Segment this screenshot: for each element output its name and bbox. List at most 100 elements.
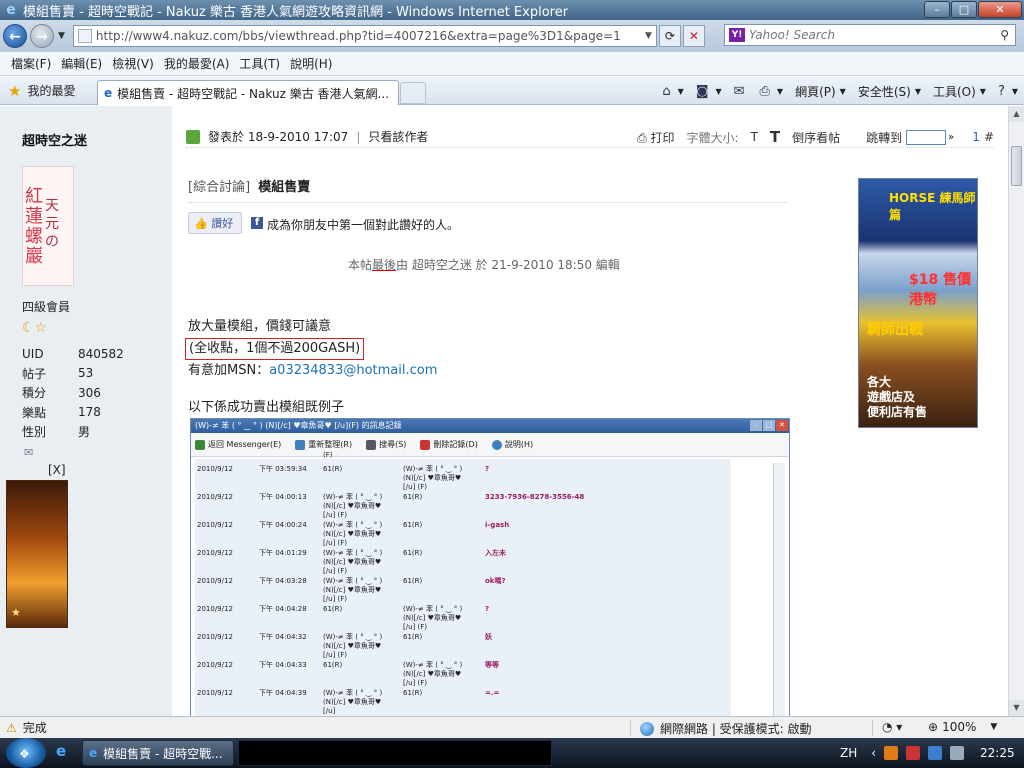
- chat-log-from: 61(R): [323, 465, 343, 473]
- post-tools: ⎙ 打印 字體大小: T T 倒序看帖 跳轉到 » 1 #: [625, 128, 994, 146]
- window-controls: – □ ✕: [923, 1, 1022, 18]
- taskbar-window-ie[interactable]: e 模組售賣 - 超時空戰...: [82, 740, 234, 766]
- edit-note: 本帖最後由 超時空之迷 於 21-9-2010 18:50 編輯: [348, 258, 620, 272]
- status-text: 完成: [22, 721, 47, 735]
- chat-log-time: 下午 04:04:32: [259, 633, 307, 641]
- page-scrollbar[interactable]: ▲ ▼: [1008, 106, 1024, 716]
- online-status-icon: [186, 129, 200, 144]
- chat-log-time: 下午 04:01:29: [259, 549, 307, 557]
- taskbar-window-black[interactable]: [238, 740, 552, 766]
- chat-log-to: 61(R): [403, 521, 423, 529]
- taskbar-item-ie-icon: e: [89, 746, 98, 760]
- tray-expand-icon[interactable]: ‹: [871, 746, 876, 760]
- avatar-text-1: 紅蓮螺巖: [25, 186, 43, 267]
- jump-go-icon[interactable]: »: [948, 132, 954, 143]
- print-button-toolbar[interactable]: ⎙ ▼: [760, 84, 784, 99]
- safety-menu-button[interactable]: 安全性(S) ▼: [858, 83, 921, 100]
- font-large-button[interactable]: T: [770, 128, 780, 146]
- tray-app-icon[interactable]: [884, 746, 899, 760]
- avatar[interactable]: 紅蓮螺巖 天元の: [22, 166, 74, 286]
- post-category[interactable]: [綜合討論]: [188, 180, 250, 195]
- floor-anchor[interactable]: #: [984, 130, 994, 144]
- minimize-button[interactable]: –: [924, 1, 950, 18]
- chat-log-msg: 等等: [485, 661, 499, 669]
- chat-log-to: 61(R): [403, 633, 423, 641]
- address-url[interactable]: http://www4.nakuz.com/bbs/viewthread.php…: [96, 29, 621, 43]
- history-dropdown-icon[interactable]: ▼: [58, 31, 65, 41]
- address-bar[interactable]: http://www4.nakuz.com/bbs/viewthread.php…: [72, 25, 657, 47]
- maximize-button[interactable]: □: [951, 1, 977, 18]
- right-ad-banner[interactable]: HORSE 練馬師篇 $18 售價港幣 騎師出戰 各大 遊戲店及 便利店有售: [858, 178, 978, 428]
- forward-button[interactable]: →: [30, 24, 54, 48]
- favorites-star-icon[interactable]: ★: [8, 82, 21, 100]
- scroll-down-arrow[interactable]: ▼: [1009, 700, 1024, 716]
- chat-log-screenshot[interactable]: (W)-≠ 苯 ( ° ‿ ° ) (N)[/c] ♥章魚哥♥ [/u](F) …: [190, 418, 790, 716]
- chat-log-row: 2010/9/12 下午 04:00:13 (W)-≠ 苯 ( ° ‿ ° ) (N…: [195, 487, 731, 519]
- menu-edit[interactable]: 編輯(E): [61, 55, 102, 72]
- stop-button[interactable]: ✕: [682, 25, 705, 47]
- jump-input[interactable]: [906, 129, 947, 145]
- taskbar-clock[interactable]: 22:25: [980, 746, 1015, 760]
- font-small-button[interactable]: T: [751, 130, 758, 144]
- chat-log-msg: 妖: [485, 633, 492, 641]
- post-title-text: 模組售賣: [258, 180, 311, 195]
- menu-file[interactable]: 檔案(F): [11, 55, 51, 72]
- chat-log-time: 下午 04:04:39: [259, 689, 307, 697]
- msn-link[interactable]: a03234833@hotmail.com: [269, 363, 437, 378]
- send-message-icon[interactable]: ✉: [24, 446, 33, 459]
- tray-volume-icon[interactable]: [950, 746, 965, 760]
- zoom-control[interactable]: ⊕ 100% ▼: [928, 720, 997, 734]
- menu-view[interactable]: 檢視(V): [112, 55, 154, 72]
- stat-row: 帖子 53: [22, 366, 94, 381]
- chat-log-row: 2010/9/12 下午 04:00:24 (W)-≠ 苯 ( ° ‿ ° ) (N…: [195, 515, 731, 547]
- search-icon[interactable]: ⚲: [1000, 28, 1009, 42]
- menu-tools[interactable]: 工具(T): [239, 55, 280, 72]
- warning-icon[interactable]: ⚠: [6, 721, 17, 735]
- scroll-thumb[interactable]: [1011, 146, 1022, 186]
- feeds-button[interactable]: ◙ ▼: [696, 84, 722, 99]
- print-link[interactable]: ⎙ 打印: [637, 129, 674, 146]
- new-tab-button[interactable]: [400, 82, 426, 104]
- tools-menu-button[interactable]: 工具(O) ▼: [933, 83, 986, 100]
- close-button[interactable]: ✕: [978, 1, 1022, 18]
- tray-network-icon[interactable]: [928, 746, 943, 760]
- like-text: 成為你朋友中第一個對此讚好的人。: [267, 218, 460, 232]
- url-dropdown-icon[interactable]: ▼: [645, 31, 652, 41]
- security-zone[interactable]: 網際網路 | 受保護模式: 啟動: [640, 720, 812, 737]
- page-menu-button[interactable]: 網頁(P) ▼: [795, 83, 846, 100]
- back-button[interactable]: ←: [3, 24, 27, 48]
- chat-log-date: 2010/9/12: [197, 465, 233, 473]
- page-viewport: 超時空之迷 紅蓮螺巖 天元の 四級會員 ☾☆ UID 840582 帖子 53 積分…: [0, 106, 1008, 716]
- refresh-button[interactable]: ⟳: [658, 25, 681, 47]
- menu-help[interactable]: 說明(H): [290, 55, 332, 72]
- like-button[interactable]: 👍 讚好: [188, 212, 242, 234]
- page-icon: [77, 29, 92, 43]
- taskbar-ie-icon[interactable]: e: [56, 742, 76, 762]
- reverse-order-link[interactable]: 倒序看帖: [792, 129, 840, 146]
- chat-log-row: 2010/9/12 下午 04:01:29 (W)-≠ 苯 ( ° ‿ ° ) (N…: [195, 543, 731, 575]
- start-button[interactable]: ❖: [6, 738, 46, 768]
- chat-log-date: 2010/9/12: [197, 661, 233, 669]
- side-ad-banner[interactable]: ★: [6, 480, 68, 628]
- ad-close-button[interactable]: [X]: [48, 463, 66, 477]
- post-author-name[interactable]: 超時空之迷: [22, 130, 87, 149]
- menu-favorites[interactable]: 我的最愛(A): [164, 55, 230, 72]
- tray-security-icon[interactable]: [906, 746, 921, 760]
- scroll-up-arrow[interactable]: ▲: [1009, 106, 1024, 122]
- stat-row: 性別男: [22, 425, 91, 440]
- floor-number[interactable]: 1: [972, 130, 980, 144]
- only-author-link[interactable]: 只看該作者: [368, 128, 428, 145]
- popup-blocker-icon[interactable]: ◔ ▾: [882, 720, 902, 734]
- favorites-bar: ★ 我的最愛 e 模組售賣 - 超時空戰記 - Nakuz 樂古 香港人氣網..…: [0, 77, 1024, 105]
- side-ad-logo-icon: ★: [11, 606, 21, 619]
- language-indicator[interactable]: ZH: [840, 746, 857, 760]
- mail-button[interactable]: ✉: [734, 84, 748, 99]
- chat-log-date: 2010/9/12: [197, 577, 233, 585]
- search-input[interactable]: Y! Yahoo! Search ⚲: [724, 24, 1016, 46]
- home-button[interactable]: ⌂ ▼: [662, 84, 683, 99]
- help-button[interactable]: ? ▼: [998, 84, 1018, 99]
- browser-tab-active[interactable]: e 模組售賣 - 超時空戰記 - Nakuz 樂古 香港人氣網...: [97, 80, 399, 105]
- favorites-button[interactable]: 我的最愛: [27, 82, 75, 99]
- title-divider: [188, 202, 788, 203]
- chat-log-date: 2010/9/12: [197, 521, 233, 529]
